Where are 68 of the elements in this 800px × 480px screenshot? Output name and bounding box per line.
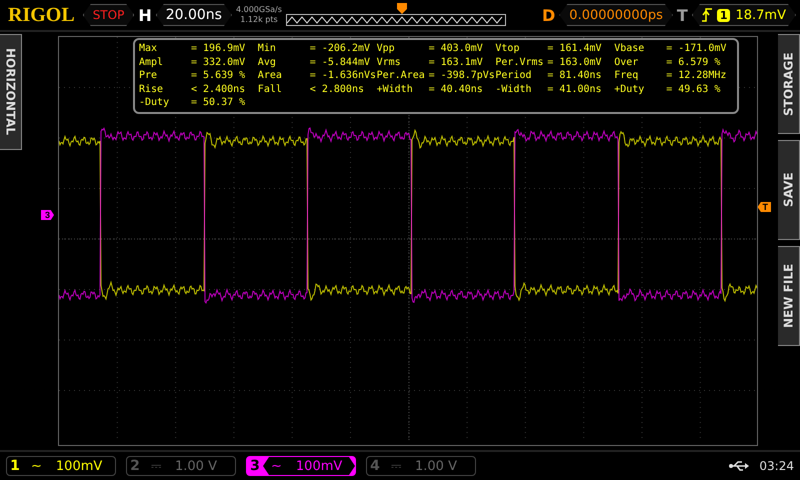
memory-depth: 1.12k pts bbox=[240, 15, 278, 25]
measurement-label: Per.Vrms bbox=[495, 56, 545, 69]
measurement-value: = 403.0mV bbox=[428, 42, 483, 56]
rising-edge-icon bbox=[702, 8, 712, 22]
measurement-label: Vtop bbox=[495, 42, 520, 56]
measurement-label: Vrms bbox=[376, 56, 402, 69]
delay-label: D bbox=[542, 6, 556, 24]
trigger-position-icon bbox=[396, 3, 407, 15]
menu-tab[interactable]: HORIZONTAL bbox=[0, 34, 22, 150]
measurement-value: = -171.0mV bbox=[666, 42, 726, 56]
measurement-value: = 163.1mV bbox=[428, 56, 483, 69]
measurement-value: = -5.844mV bbox=[310, 56, 370, 69]
clock: 03:24 bbox=[759, 459, 794, 473]
horizontal-label: H bbox=[138, 6, 152, 24]
measurement-label: -Width bbox=[495, 82, 533, 96]
measurement-value: = 6.579 % bbox=[666, 56, 720, 69]
measurement-value: = 50.37 % bbox=[191, 96, 246, 110]
trigger-label: T bbox=[676, 6, 688, 24]
measurement-label: Over bbox=[614, 56, 640, 69]
channel-button[interactable]: 1 ~ 100mV bbox=[6, 456, 116, 476]
measurement-label: -Duty bbox=[139, 96, 170, 110]
measurement-label: Fall bbox=[258, 82, 283, 96]
trigger-level-marker[interactable]: T bbox=[758, 202, 771, 212]
measurement-label: Avg bbox=[258, 56, 277, 69]
measurement-value: = -1.636nVs bbox=[310, 69, 376, 82]
measurement-label: Pre bbox=[139, 69, 158, 82]
measurement-label: Rise bbox=[139, 82, 164, 96]
measurement-value: = 81.40ns bbox=[547, 69, 602, 82]
menu-tab[interactable]: SAVE bbox=[778, 140, 800, 240]
measurement-value: = 40.40ns bbox=[428, 82, 483, 96]
measurement-value: = 5.639 % bbox=[191, 69, 246, 82]
channel-marker[interactable]: 3 bbox=[41, 210, 54, 220]
measurement-value: = 49.63 % bbox=[666, 82, 720, 96]
menu-tab[interactable]: STORAGE bbox=[778, 34, 800, 134]
measurement-value: = -206.2mV bbox=[310, 42, 370, 56]
measurement-value: = 41.00ns bbox=[547, 82, 602, 96]
channel-button[interactable]: 3 ~ 100mV bbox=[246, 456, 356, 476]
menu-tab[interactable]: NEW FILE bbox=[778, 246, 800, 346]
measurement-value: = 161.4mV bbox=[547, 42, 602, 56]
measurement-label: Freq bbox=[614, 69, 640, 82]
measurement-value: = -398.7pVs bbox=[428, 69, 495, 82]
measurement-value: < 2.800ns bbox=[310, 82, 364, 96]
channel-button[interactable]: 2 ⎓ 1.00 V bbox=[126, 456, 236, 476]
measurement-label: Vbase bbox=[614, 42, 646, 56]
measurement-label: Area bbox=[258, 69, 283, 82]
measurement-label: Per.Area bbox=[376, 69, 426, 82]
timebase-value[interactable]: 20.00ns bbox=[156, 4, 232, 26]
trigger-level: 18.7mV bbox=[735, 8, 786, 22]
trigger-source: 1 bbox=[716, 8, 730, 22]
measurement-label: Vpp bbox=[376, 42, 396, 56]
measurement-value: = 196.9mV bbox=[191, 42, 246, 56]
measurement-label: +Width bbox=[376, 82, 414, 96]
run-status[interactable]: STOP bbox=[82, 4, 134, 26]
measurement-value: = 163.0mV bbox=[547, 56, 602, 69]
usb-icon bbox=[729, 461, 750, 471]
measurement-label: Min bbox=[258, 42, 277, 56]
channel-button[interactable]: 4 ⎓ 1.00 V bbox=[366, 456, 476, 476]
measurement-value: < 2.400ns bbox=[191, 82, 246, 96]
delay-value[interactable]: 0.00000000ps bbox=[559, 4, 673, 26]
sample-rate: 4.000GSa/s bbox=[236, 5, 282, 15]
measurement-label: Period bbox=[495, 69, 533, 82]
measurement-label: Ampl bbox=[139, 56, 164, 69]
measurement-value: = 332.0mV bbox=[191, 56, 246, 69]
brand-logo: RIGOL bbox=[8, 4, 75, 26]
measurement-label: +Duty bbox=[614, 82, 646, 96]
trigger-setting[interactable]: 1 18.7mV bbox=[692, 4, 796, 26]
measurement-label: Max bbox=[139, 42, 158, 56]
measurement-value: = 12.28MHz bbox=[666, 69, 726, 82]
